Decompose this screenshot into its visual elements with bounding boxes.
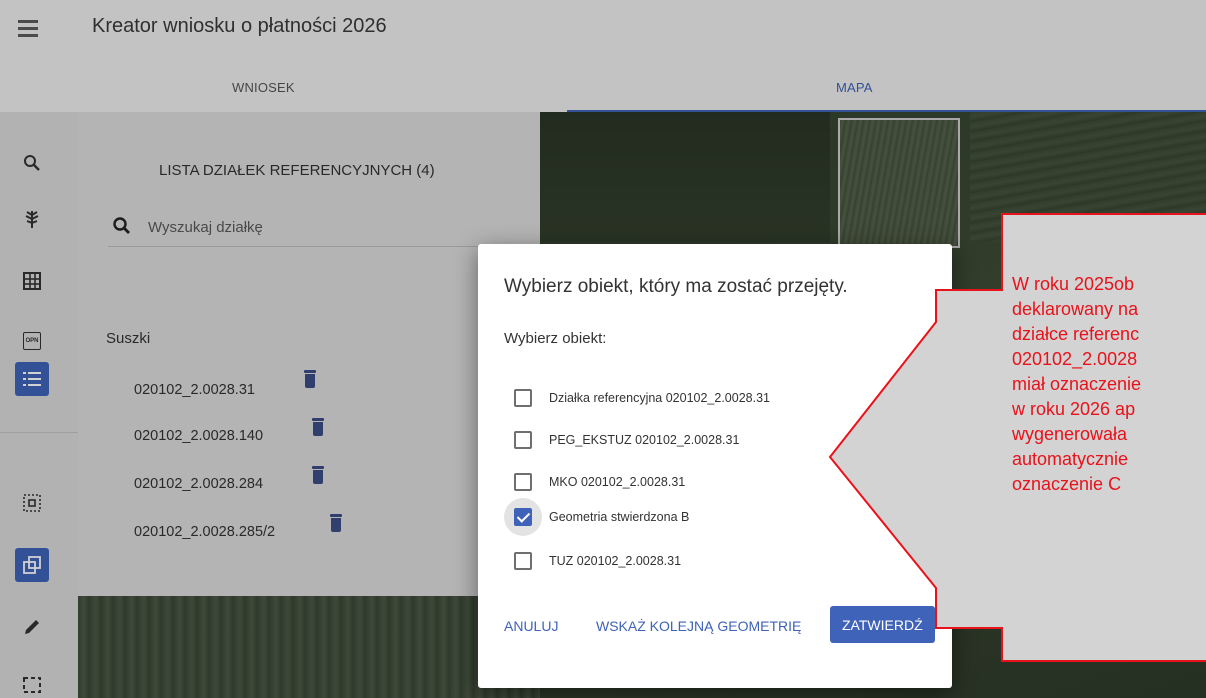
option-label: Geometria stwierdzona B: [549, 510, 690, 524]
next-geometry-button[interactable]: WSKAŻ KOLEJNĄ GEOMETRIĘ: [596, 618, 801, 634]
checkbox[interactable]: [514, 473, 532, 491]
option-geometry-b[interactable]: Geometria stwierdzona B: [514, 505, 689, 529]
checkbox[interactable]: [514, 552, 532, 570]
option-label: TUZ 020102_2.0028.31: [549, 554, 682, 568]
option-label: Działka referencyjna 020102_2.0028.31: [549, 391, 770, 405]
callout-note: W roku 2025ob deklarowany na działce ref…: [1012, 274, 1142, 494]
option-mko[interactable]: MKO 020102_2.0028.31: [514, 470, 685, 494]
cancel-button[interactable]: ANULUJ: [504, 618, 558, 634]
confirm-button[interactable]: ZATWIERDŹ: [830, 606, 935, 643]
dialog-subtitle: Wybierz obiekt:: [504, 330, 607, 347]
option-tuz[interactable]: TUZ 020102_2.0028.31: [514, 549, 681, 573]
dialog-title: Wybierz obiekt, który ma zostać przejęty…: [504, 276, 848, 297]
checkbox[interactable]: [514, 389, 532, 407]
option-label: MKO 020102_2.0028.31: [549, 475, 686, 489]
checkbox-checked[interactable]: [514, 508, 532, 526]
option-reference-parcel[interactable]: Działka referencyjna 020102_2.0028.31: [514, 386, 770, 410]
checkbox[interactable]: [514, 431, 532, 449]
option-label: PEG_EKSTUZ 020102_2.0028.31: [549, 433, 740, 447]
option-peg-ekstuz[interactable]: PEG_EKSTUZ 020102_2.0028.31: [514, 428, 739, 452]
select-object-dialog: Wybierz obiekt, który ma zostać przejęty…: [478, 244, 952, 688]
